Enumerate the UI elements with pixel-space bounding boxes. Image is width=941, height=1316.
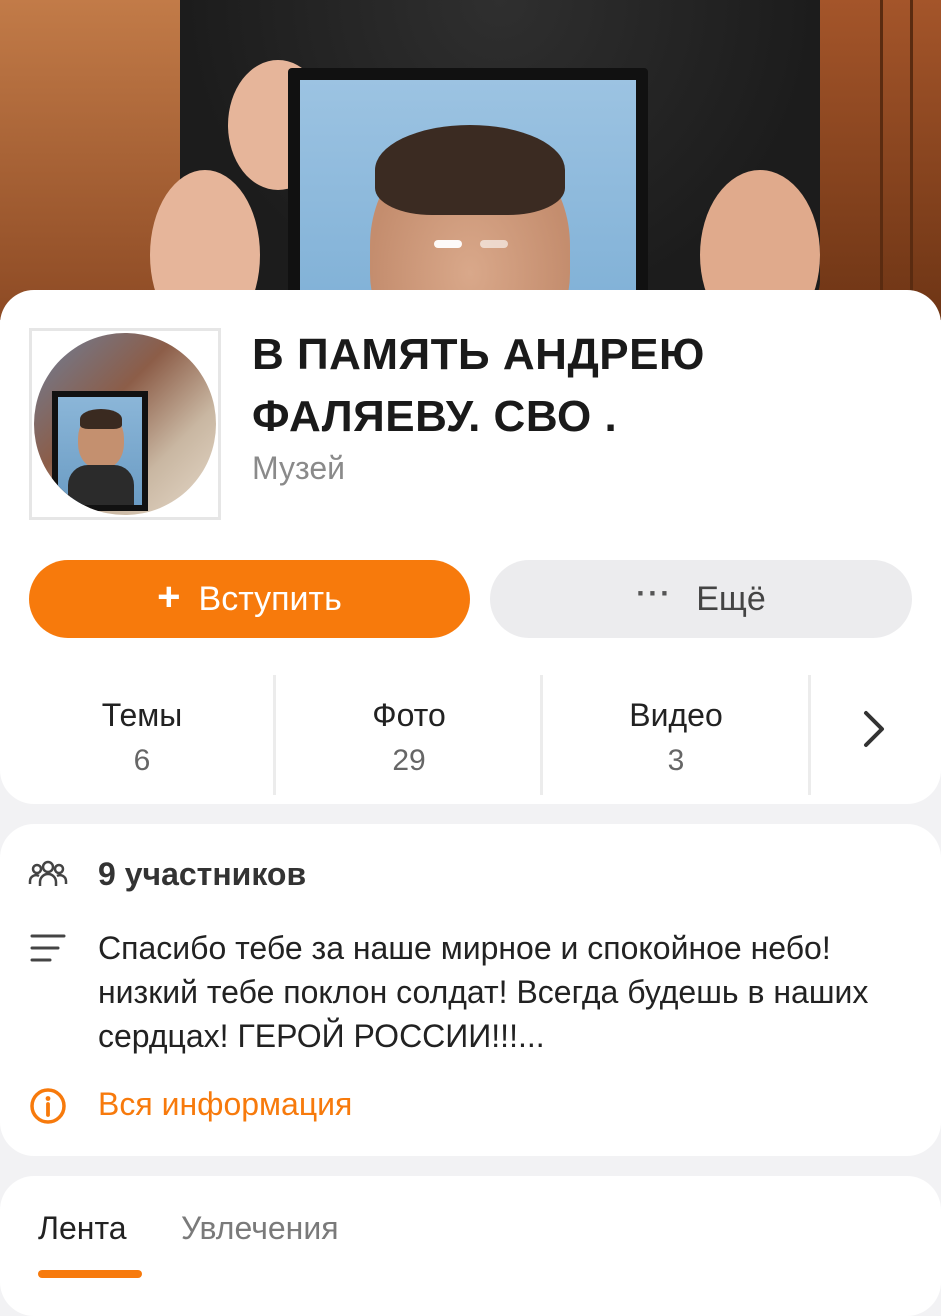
stat-label: Фото bbox=[372, 697, 446, 733]
content-tabs: Лента Увлечения bbox=[0, 1176, 941, 1316]
info-icon bbox=[30, 1088, 66, 1124]
ellipsis-icon: ··· bbox=[636, 577, 673, 610]
stat-videos[interactable]: Видео 3 bbox=[543, 675, 809, 795]
group-header-card: В ПАМЯТЬ АНДРЕЮ ФАЛЯЕВУ. СВО . Музей + В… bbox=[0, 290, 941, 804]
group-stats: Темы 6 Фото 29 Видео 3 bbox=[0, 675, 941, 795]
plus-icon: + bbox=[157, 575, 181, 619]
carousel-indicator bbox=[433, 240, 508, 248]
join-button[interactable]: + Вступить bbox=[29, 560, 470, 638]
active-tab-indicator bbox=[38, 1270, 142, 1278]
carousel-dot bbox=[479, 240, 508, 248]
group-avatar[interactable] bbox=[29, 328, 221, 520]
stat-count: 6 bbox=[133, 744, 151, 777]
join-button-label: Вступить bbox=[198, 579, 342, 618]
more-button-label: Ещё bbox=[696, 579, 766, 618]
all-info-link[interactable]: Вся информация bbox=[98, 1086, 352, 1123]
more-button[interactable]: ··· Ещё bbox=[490, 560, 912, 638]
people-icon bbox=[28, 860, 68, 886]
stat-photos[interactable]: Фото 29 bbox=[276, 675, 542, 795]
carousel-dot-active bbox=[433, 240, 462, 248]
group-category: Музей bbox=[252, 450, 345, 486]
group-description: Спасибо тебе за наше мирное и спокойное … bbox=[98, 930, 869, 1054]
cover-image[interactable] bbox=[0, 0, 941, 320]
tab-feed[interactable]: Лента bbox=[38, 1210, 127, 1247]
group-info-card: 9 участников Спасибо тебе за наше мирное… bbox=[0, 824, 941, 1156]
stat-label: Темы bbox=[101, 697, 183, 733]
lines-icon bbox=[30, 934, 66, 962]
group-title: В ПАМЯТЬ АНДРЕЮ ФАЛЯЕВУ. СВО . bbox=[252, 330, 705, 441]
divider bbox=[808, 675, 811, 795]
members-count[interactable]: 9 участников bbox=[98, 856, 306, 893]
stat-label: Видео bbox=[629, 697, 723, 733]
tab-hobbies[interactable]: Увлечения bbox=[181, 1210, 339, 1247]
stat-topics[interactable]: Темы 6 bbox=[9, 675, 275, 795]
chevron-right-icon[interactable] bbox=[850, 705, 898, 753]
stat-count: 29 bbox=[392, 744, 426, 777]
stat-count: 3 bbox=[667, 744, 685, 777]
